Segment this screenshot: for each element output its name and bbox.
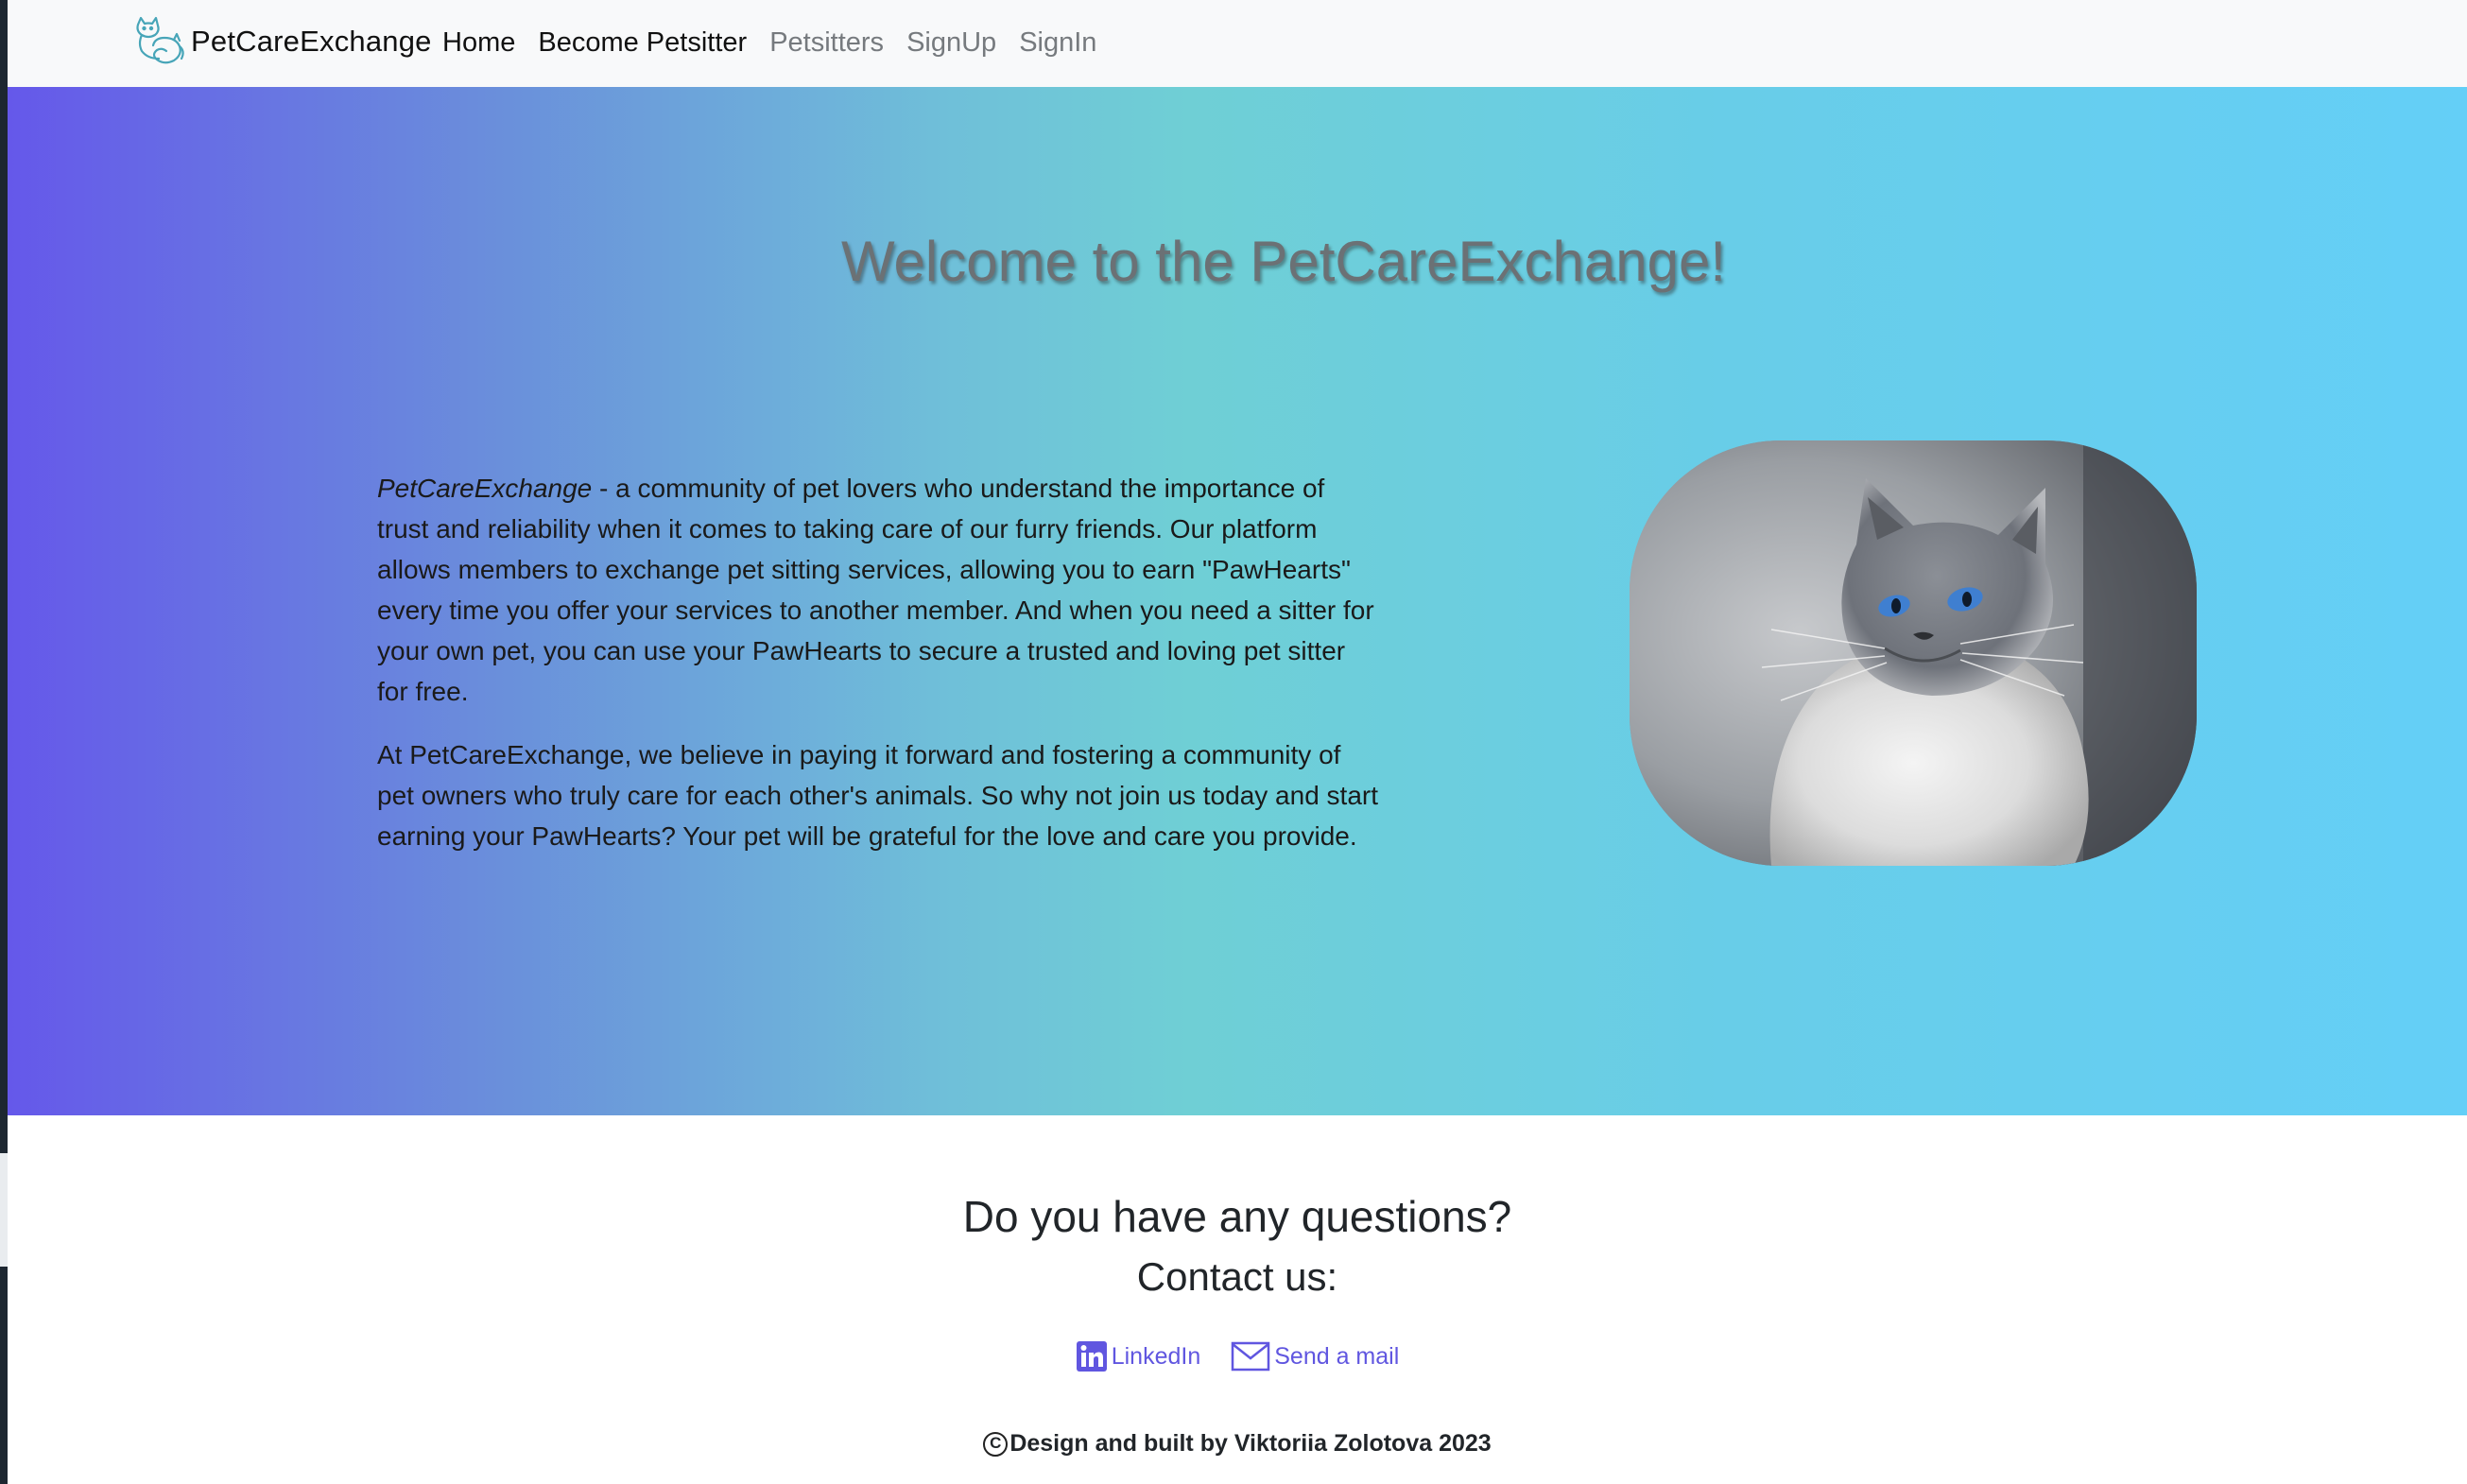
page-root: PetCareExchange Home Become Petsitter Pe… xyxy=(0,0,2467,1484)
copyright-icon: C xyxy=(983,1431,1009,1457)
hero-description: PetCareExchange - a community of pet lov… xyxy=(377,468,1379,879)
footer-credit: C Design and built by Viktoriia Zolotova… xyxy=(8,1430,2467,1458)
cat-photo xyxy=(1630,440,2197,866)
navbar: PetCareExchange Home Become Petsitter Pe… xyxy=(8,0,2467,88)
brand-link[interactable]: PetCareExchange xyxy=(132,13,432,70)
hero-paragraph-2: At PetCareExchange, we believe in paying… xyxy=(377,740,1378,851)
window-edge xyxy=(0,0,8,1484)
brand-text: PetCareExchange xyxy=(191,25,432,58)
credit-text: Design and built by Viktoriia Zolotova 2… xyxy=(1009,1430,1492,1457)
send-mail-link[interactable]: Send a mail xyxy=(1231,1341,1399,1372)
contact-us-heading: Contact us: xyxy=(1136,1254,1338,1299)
hero-paragraph-1: PetCareExchange - a community of pet lov… xyxy=(377,468,1379,712)
nav-signup[interactable]: SignUp xyxy=(906,27,996,59)
contact-section: Do you have any questions? Contact us: L… xyxy=(8,1115,2467,1484)
linkedin-link[interactable]: LinkedIn xyxy=(1076,1340,1201,1372)
hero-brand-italic: PetCareExchange xyxy=(377,474,593,503)
send-mail-label: Send a mail xyxy=(1274,1342,1400,1370)
linkedin-icon xyxy=(1076,1341,1107,1372)
linkedin-label: LinkedIn xyxy=(1111,1342,1201,1370)
hero-section: Welcome to the PetCareExchange! PetCareE… xyxy=(8,87,2467,1115)
nav-signin[interactable]: SignIn xyxy=(1019,27,1096,59)
nav-links: Home Become Petsitter Petsitters SignUp … xyxy=(442,19,1119,66)
nav-petsitters[interactable]: Petsitters xyxy=(769,27,884,59)
contact-question: Do you have any questions? xyxy=(962,1192,1512,1241)
cat-logo-icon xyxy=(132,15,189,68)
mail-icon xyxy=(1232,1341,1270,1372)
hero-title: Welcome to the PetCareExchange! xyxy=(840,230,1727,293)
hero-paragraph-1-text: - a community of pet lovers who understa… xyxy=(377,474,1374,706)
contact-links: LinkedIn Send a mail xyxy=(8,1340,2467,1372)
nav-become-petsitter[interactable]: Become Petsitter xyxy=(538,27,747,59)
nav-home[interactable]: Home xyxy=(442,27,515,59)
